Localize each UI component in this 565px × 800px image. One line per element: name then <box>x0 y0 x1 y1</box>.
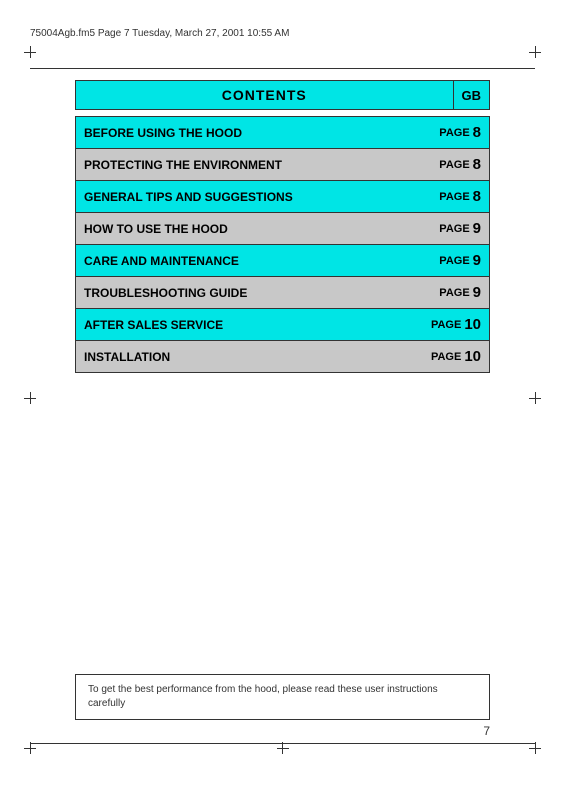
footer-divider <box>30 743 535 744</box>
toc-page-number: 10 <box>464 348 481 365</box>
toc-row-page: PAGE 9 <box>409 277 489 308</box>
toc-page-number: 8 <box>473 124 481 141</box>
header-divider <box>30 68 535 69</box>
toc-row-page: PAGE 10 <box>409 341 489 372</box>
toc-row-label: GENERAL TIPS AND SUGGESTIONS <box>76 181 409 212</box>
toc-page-text: PAGE <box>439 159 469 171</box>
toc-page-text: PAGE <box>439 255 469 267</box>
toc-row: HOW TO USE THE HOODPAGE 9 <box>75 213 490 245</box>
toc-row-label: BEFORE USING THE HOOD <box>76 117 409 148</box>
toc-page-number: 9 <box>473 252 481 269</box>
page-container: 75004Agb.fm5 Page 7 Tuesday, March 27, 2… <box>0 0 565 800</box>
crop-mark-tl <box>22 44 38 60</box>
toc-row-label: AFTER SALES SERVICE <box>76 309 409 340</box>
toc-row-page: PAGE 8 <box>409 149 489 180</box>
toc-row-page: PAGE 10 <box>409 309 489 340</box>
crop-mark-mr <box>527 390 543 406</box>
toc-row: PROTECTING THE ENVIRONMENTPAGE 8 <box>75 149 490 181</box>
toc-row: INSTALLATIONPAGE 10 <box>75 341 490 373</box>
toc-page-number: 9 <box>473 220 481 237</box>
toc-row-page: PAGE 9 <box>409 245 489 276</box>
toc-page-text: PAGE <box>431 351 461 363</box>
toc-page-text: PAGE <box>439 191 469 203</box>
header-bar: 75004Agb.fm5 Page 7 Tuesday, March 27, 2… <box>30 28 535 39</box>
toc-row-label: PROTECTING THE ENVIRONMENT <box>76 149 409 180</box>
contents-title: CONTENTS <box>75 80 454 110</box>
contents-header: CONTENTS GB <box>75 80 490 110</box>
toc-row-label: HOW TO USE THE HOOD <box>76 213 409 244</box>
toc-table: BEFORE USING THE HOODPAGE 8PROTECTING TH… <box>75 116 490 373</box>
page-number: 7 <box>483 724 490 738</box>
toc-page-number: 8 <box>473 188 481 205</box>
toc-row: BEFORE USING THE HOODPAGE 8 <box>75 116 490 149</box>
toc-row-page: PAGE 9 <box>409 213 489 244</box>
crop-mark-tr <box>527 44 543 60</box>
toc-page-number: 10 <box>464 316 481 333</box>
toc-row-label: CARE AND MAINTENANCE <box>76 245 409 276</box>
bottom-note: To get the best performance from the hoo… <box>75 674 490 720</box>
main-content: CONTENTS GB BEFORE USING THE HOODPAGE 8P… <box>75 80 490 373</box>
toc-page-text: PAGE <box>439 127 469 139</box>
toc-row-page: PAGE 8 <box>409 181 489 212</box>
toc-row: CARE AND MAINTENANCEPAGE 9 <box>75 245 490 277</box>
toc-row-page: PAGE 8 <box>409 117 489 148</box>
toc-row-label: INSTALLATION <box>76 341 409 372</box>
toc-page-number: 8 <box>473 156 481 173</box>
toc-row: GENERAL TIPS AND SUGGESTIONSPAGE 8 <box>75 181 490 213</box>
header-text: 75004Agb.fm5 Page 7 Tuesday, March 27, 2… <box>30 28 289 39</box>
toc-page-text: PAGE <box>431 319 461 331</box>
toc-row: TROUBLESHOOTING GUIDEPAGE 9 <box>75 277 490 309</box>
toc-row-label: TROUBLESHOOTING GUIDE <box>76 277 409 308</box>
toc-row: AFTER SALES SERVICEPAGE 10 <box>75 309 490 341</box>
toc-page-text: PAGE <box>439 287 469 299</box>
toc-page-text: PAGE <box>439 223 469 235</box>
contents-gb-label: GB <box>454 80 491 110</box>
toc-page-number: 9 <box>473 284 481 301</box>
crop-mark-ml <box>22 390 38 406</box>
